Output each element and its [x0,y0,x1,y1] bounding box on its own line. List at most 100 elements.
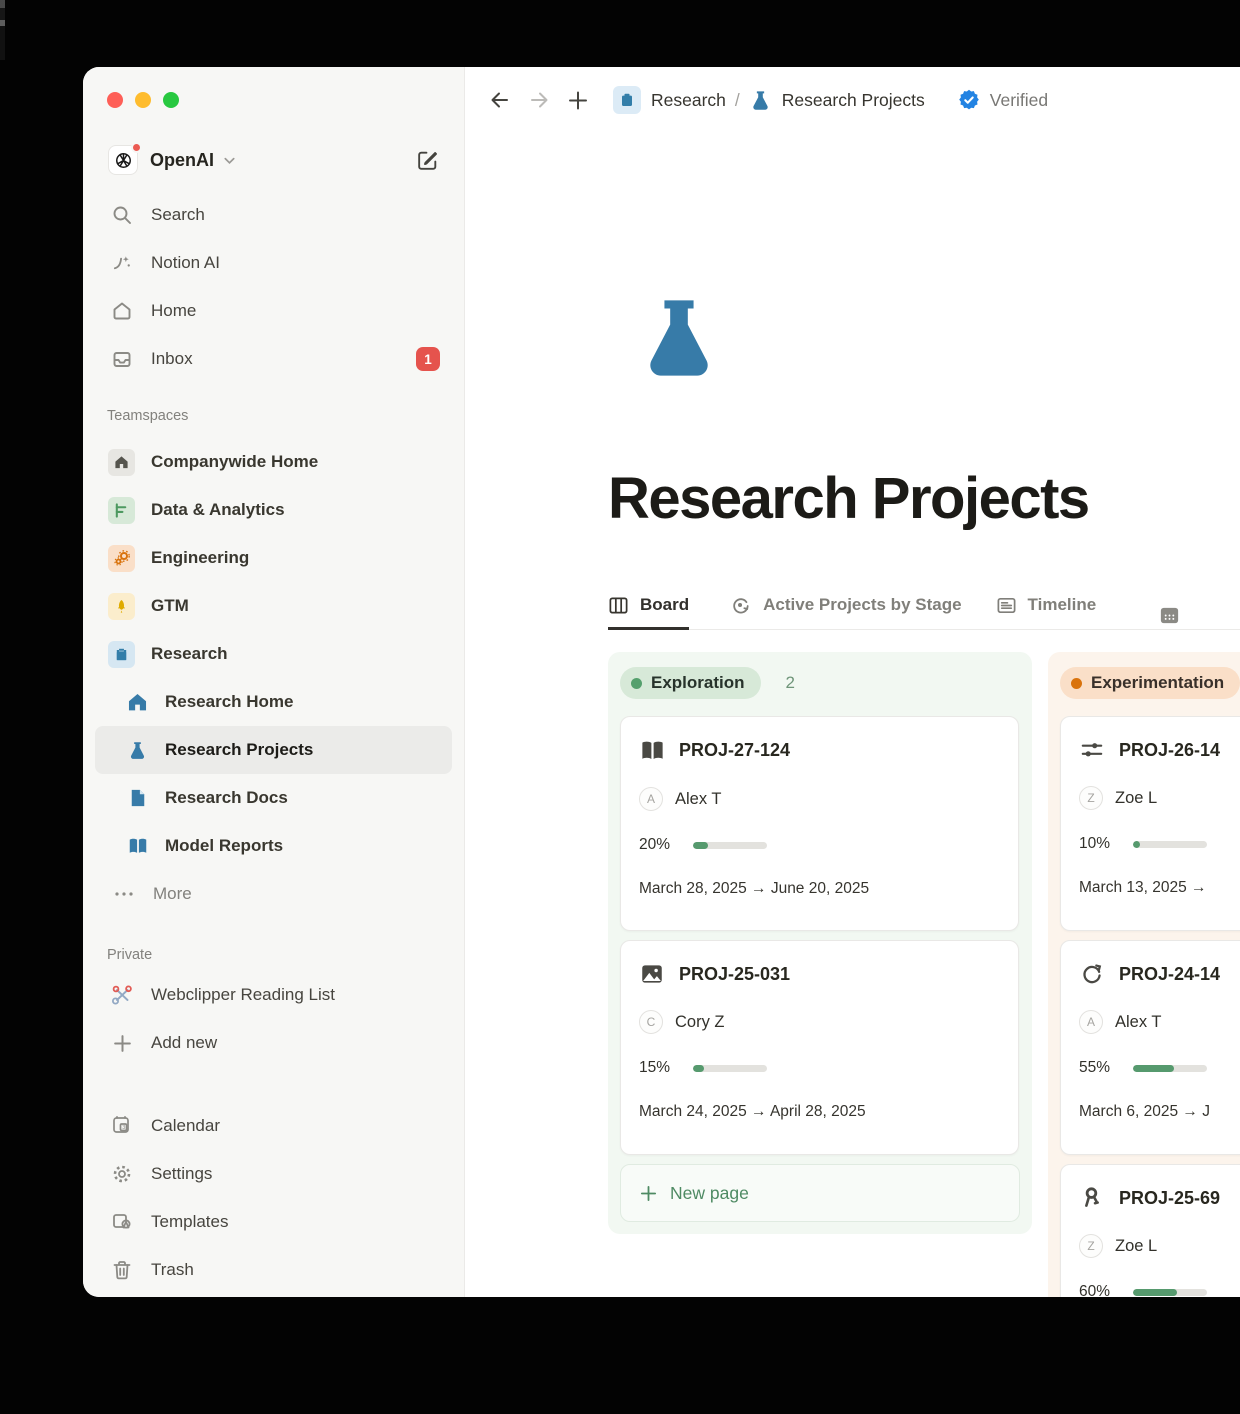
teamspaces-list: Companywide Home Data & Analytics E [83,438,464,678]
open-book-icon [126,835,149,857]
sidebar-item-research-projects[interactable]: Research Projects [95,726,452,774]
sidebar-item-trash[interactable]: Trash [83,1246,464,1294]
companywide-home-icon [108,449,135,476]
column-header[interactable]: Exploration 2 [620,667,1020,699]
ellipsis-icon [112,883,136,905]
column-experimentation: Experimentation PROJ-26-14 Z Zoe L [1048,652,1240,1297]
project-card[interactable]: PROJ-27-124 A Alex T 20% March 28, 2025 … [620,716,1019,931]
tab-active-projects-by-stage[interactable]: Active Projects by Stage [729,583,961,627]
tab-calendar-view[interactable] [1158,593,1192,637]
column-exploration: Exploration 2 PROJ-27-124 A [608,652,1032,1234]
sidebar-item-research[interactable]: Research [83,630,464,678]
main-content: Research / Research Projects Verified Re… [465,67,1240,1297]
image-icon [639,961,666,987]
avatar: C [639,1010,663,1034]
verified-label: Verified [990,90,1048,111]
document-icon [126,788,149,808]
sidebar-bottom-list: 3 Calendar Settings [83,1102,464,1294]
sidebar-item-research-home[interactable]: Research Home [83,678,464,726]
minimize-window-button[interactable] [135,92,151,108]
project-id: PROJ-27-124 [679,740,790,761]
assignee-name: Alex T [1115,1013,1161,1032]
project-card[interactable]: PROJ-25-69 Z Zoe L 60% [1060,1164,1240,1297]
private-list: Webclipper Reading List Add new [83,971,464,1067]
status-dot [631,678,642,689]
assignee-name: Alex T [675,790,721,809]
progress-bar [1133,1065,1207,1072]
sidebar-item-templates[interactable]: Templates [83,1198,464,1246]
sidebar-item-webclipper[interactable]: Webclipper Reading List [83,971,464,1019]
sidebar-item-data-analytics[interactable]: Data & Analytics [83,486,464,534]
column-header[interactable]: Experimentation [1060,667,1240,699]
verified-badge[interactable]: Verified [957,88,1048,112]
sidebar-item-add-new[interactable]: Add new [83,1019,464,1067]
new-page-button[interactable]: New page [620,1164,1020,1222]
zoom-window-button[interactable] [163,92,179,108]
compose-icon[interactable] [415,148,440,173]
gear-icon [110,1163,134,1185]
close-window-button[interactable] [107,92,123,108]
trash-icon [110,1259,134,1281]
cycle-status-icon [729,594,752,617]
sidebar-item-engineering[interactable]: Engineering [83,534,464,582]
view-tabs: Board Active Projects by Stage [608,583,1240,630]
avatar: Z [1079,1234,1103,1258]
sidebar-item-model-reports[interactable]: Model Reports [83,822,464,870]
open-book-icon [639,737,666,764]
page-body: Research Projects Board [608,133,1240,1297]
status-dot [1071,678,1082,689]
breadcrumb-root[interactable]: Research [651,90,726,111]
avatar: A [639,787,663,811]
progress-row: 15% [639,1059,1000,1077]
status-pill-exploration: Exploration [620,667,761,699]
workspace-name: OpenAI [150,150,214,171]
progress-row: 55% [1079,1059,1240,1077]
sidebar-item-search[interactable]: Search [83,191,464,239]
search-icon [110,204,134,226]
tab-timeline[interactable]: Timeline [996,583,1097,627]
sidebar-item-gtm[interactable]: GTM [83,582,464,630]
project-id: PROJ-26-14 [1119,740,1220,761]
date-range: March 13, 2025 → [1079,879,1240,897]
assignee-name: Zoe L [1115,1237,1157,1256]
timeline-view-icon [996,595,1017,616]
assignee-name: Zoe L [1115,789,1157,808]
calendar-app-icon: 3 [110,1115,134,1137]
breadcrumb-research-icon [613,86,641,114]
project-card[interactable]: PROJ-25-031 C Cory Z 15% March 24, 2025 … [620,940,1019,1155]
notion-app-window: OpenAI Search [83,67,1240,1297]
progress-bar [693,842,767,849]
scissors-icon [110,983,134,1007]
forward-icon[interactable] [527,87,551,113]
progress-percent: 60% [1079,1283,1123,1297]
bar-chart-icon [108,497,135,524]
back-icon[interactable] [488,87,512,113]
tab-board[interactable]: Board [608,583,689,630]
sidebar-item-research-docs[interactable]: Research Docs [83,774,464,822]
teamspaces-section-label: Teamspaces [83,406,464,426]
workspace-switcher[interactable]: OpenAI [83,140,464,180]
date-range: March 28, 2025 → June 20, 2025 [639,880,1000,898]
project-card[interactable]: PROJ-26-14 Z Zoe L 10% March 13, 2025 → [1060,716,1240,931]
home-blue-icon [126,692,149,713]
sidebar-item-more[interactable]: More [83,870,464,918]
page-title[interactable]: Research Projects [608,464,1240,534]
new-tab-plus-icon[interactable] [566,88,590,113]
breadcrumb-current[interactable]: Research Projects [782,90,925,111]
sidebar-item-calendar[interactable]: 3 Calendar [83,1102,464,1150]
chevron-down-icon [222,153,237,168]
rocket-icon [108,593,135,620]
sidebar-item-settings[interactable]: Settings [83,1150,464,1198]
sidebar-item-home[interactable]: Home [83,287,464,335]
calendar-view-icon [1158,604,1181,627]
home-icon [110,300,134,322]
sidebar-item-inbox[interactable]: Inbox 1 [83,335,464,383]
sidebar-item-notion-ai[interactable]: Notion AI [83,239,464,287]
clipboard-icon [108,641,135,668]
project-card[interactable]: PROJ-24-14 A Alex T 55% March 6, 2025 → … [1060,940,1240,1155]
notification-dot [131,142,142,153]
progress-percent: 20% [639,836,683,854]
page-flask-icon[interactable] [633,292,725,384]
window-controls [83,67,464,108]
sidebar-item-companywide-home[interactable]: Companywide Home [83,438,464,486]
